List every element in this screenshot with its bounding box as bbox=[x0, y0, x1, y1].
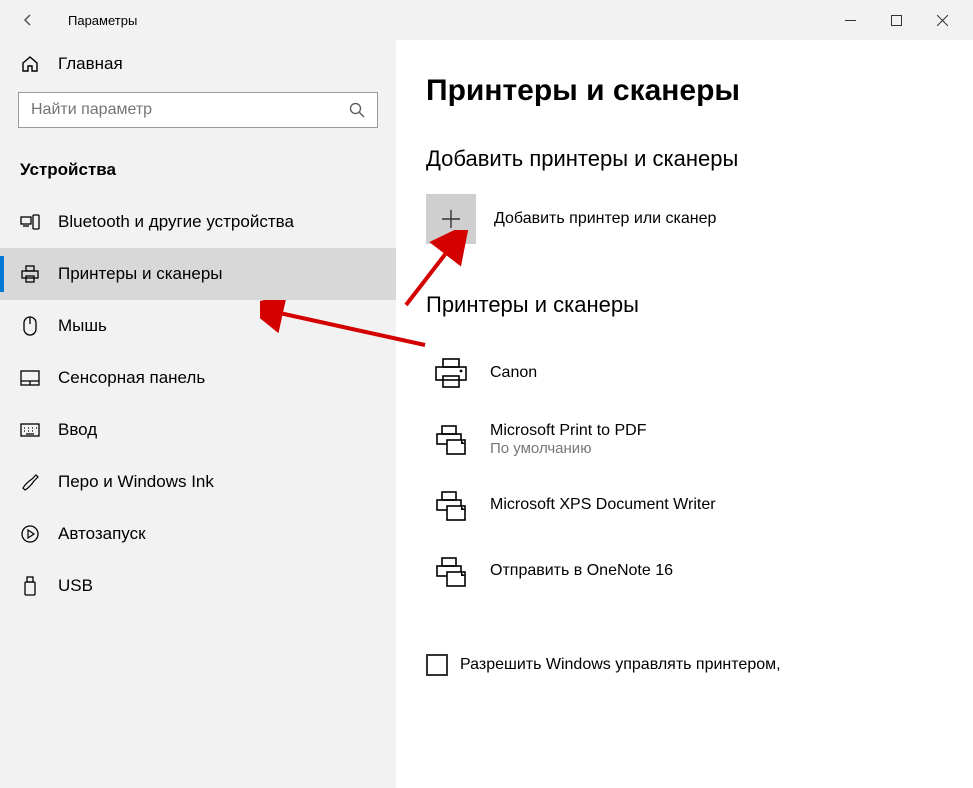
back-button[interactable] bbox=[8, 0, 48, 40]
printer-item[interactable]: Microsoft Print to PDF По умолчанию bbox=[426, 406, 943, 472]
printer-item[interactable]: Отправить в OneNote 16 bbox=[426, 538, 943, 604]
plus-icon bbox=[440, 208, 462, 230]
checkbox-label: Разрешить Windows управлять принтером, bbox=[460, 654, 781, 676]
nav-item-typing[interactable]: Ввод bbox=[0, 404, 396, 456]
maximize-button[interactable] bbox=[873, 4, 919, 36]
nav-label: USB bbox=[58, 576, 93, 596]
nav-item-pen[interactable]: Перо и Windows Ink bbox=[0, 456, 396, 508]
print-to-file-icon bbox=[432, 420, 470, 458]
category-header: Устройства bbox=[0, 148, 396, 196]
printer-item[interactable]: Canon bbox=[426, 340, 943, 406]
add-label: Добавить принтер или сканер bbox=[494, 210, 716, 228]
search-icon bbox=[349, 102, 365, 118]
nav-item-autoplay[interactable]: Автозапуск bbox=[0, 508, 396, 560]
search-input[interactable] bbox=[31, 101, 349, 119]
nav-label: Перо и Windows Ink bbox=[58, 472, 214, 492]
printer-device-icon bbox=[432, 354, 470, 392]
print-to-file-icon bbox=[432, 552, 470, 590]
add-section-header: Добавить принтеры и сканеры bbox=[426, 146, 943, 172]
nav-item-bluetooth[interactable]: Bluetooth и другие устройства bbox=[0, 196, 396, 248]
printer-icon bbox=[20, 265, 40, 283]
nav-label: Автозапуск bbox=[58, 524, 146, 544]
list-section-header: Принтеры и сканеры bbox=[426, 292, 943, 318]
touchpad-icon bbox=[20, 370, 40, 386]
search-box[interactable] bbox=[18, 92, 378, 128]
add-printer-row[interactable]: Добавить принтер или сканер bbox=[426, 194, 943, 244]
printer-list: Canon Microsoft Print to PDF По умолчани… bbox=[426, 340, 943, 604]
main-content: Принтеры и сканеры Добавить принтеры и с… bbox=[396, 40, 973, 788]
default-printer-checkbox-row[interactable]: Разрешить Windows управлять принтером, bbox=[426, 654, 943, 676]
keyboard-icon bbox=[20, 423, 40, 437]
minimize-button[interactable] bbox=[827, 4, 873, 36]
titlebar: Параметры bbox=[0, 0, 973, 40]
mouse-icon bbox=[20, 316, 40, 336]
pen-icon bbox=[20, 473, 40, 491]
close-icon bbox=[937, 15, 948, 26]
nav-item-mouse[interactable]: Мышь bbox=[0, 300, 396, 352]
printer-name: Microsoft XPS Document Writer bbox=[490, 496, 716, 514]
printer-name: Canon bbox=[490, 364, 537, 382]
window-controls bbox=[827, 4, 965, 36]
autoplay-icon bbox=[20, 525, 40, 543]
bluetooth-icon bbox=[20, 213, 40, 231]
checkbox[interactable] bbox=[426, 654, 448, 676]
printer-name: Microsoft Print to PDF bbox=[490, 422, 646, 440]
print-to-file-icon bbox=[432, 486, 470, 524]
printer-sub: По умолчанию bbox=[490, 440, 646, 457]
add-button[interactable] bbox=[426, 194, 476, 244]
nav-label: Bluetooth и другие устройства bbox=[58, 212, 294, 232]
nav-label: Сенсорная панель bbox=[58, 368, 205, 388]
home-nav[interactable]: Главная bbox=[0, 40, 396, 92]
page-title: Принтеры и сканеры bbox=[426, 74, 943, 108]
arrow-left-icon bbox=[20, 12, 36, 28]
nav-item-usb[interactable]: USB bbox=[0, 560, 396, 612]
printer-item[interactable]: Microsoft XPS Document Writer bbox=[426, 472, 943, 538]
nav-item-touchpad[interactable]: Сенсорная панель bbox=[0, 352, 396, 404]
window-title: Параметры bbox=[68, 13, 137, 28]
printer-name: Отправить в OneNote 16 bbox=[490, 562, 673, 580]
nav-label: Мышь bbox=[58, 316, 107, 336]
usb-icon bbox=[20, 576, 40, 596]
nav-label: Принтеры и сканеры bbox=[58, 264, 223, 284]
home-label: Главная bbox=[58, 54, 123, 74]
home-icon bbox=[20, 54, 40, 74]
maximize-icon bbox=[891, 15, 902, 26]
nav-label: Ввод bbox=[58, 420, 97, 440]
close-button[interactable] bbox=[919, 4, 965, 36]
minimize-icon bbox=[845, 15, 856, 26]
nav-item-printers[interactable]: Принтеры и сканеры bbox=[0, 248, 396, 300]
sidebar: Главная Устройства Bluetooth и другие ус… bbox=[0, 40, 396, 788]
